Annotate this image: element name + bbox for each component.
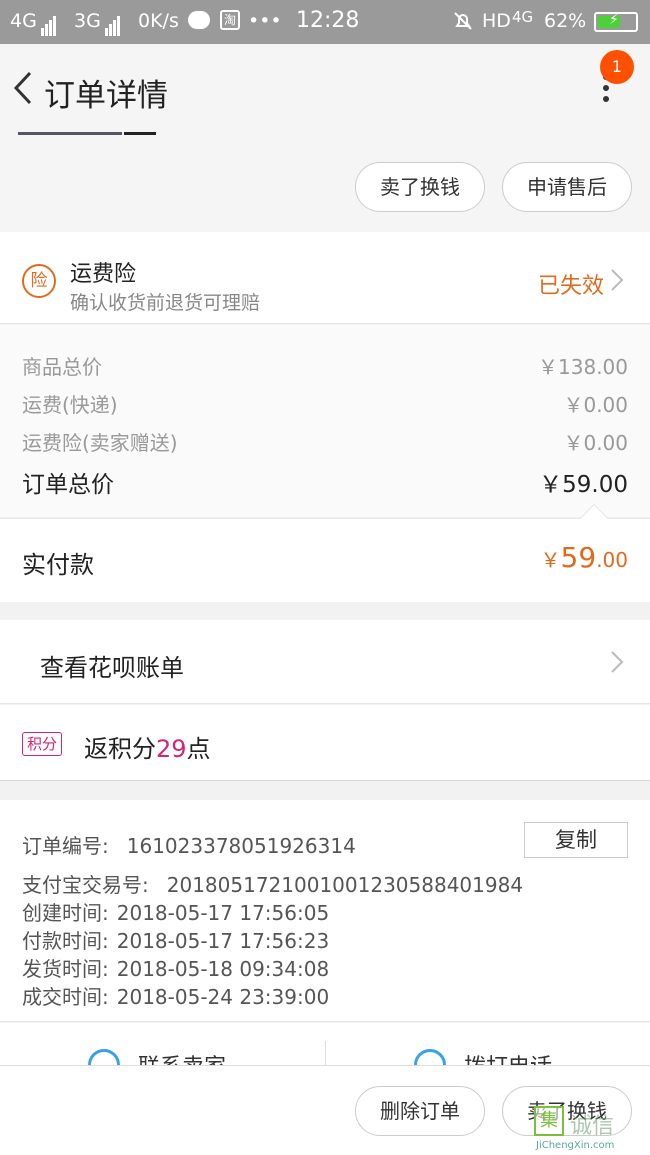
after-sale-button[interactable]: 申请售后	[502, 162, 632, 212]
paid-label: 实付款	[22, 551, 94, 579]
network-label-2: 3G	[74, 10, 101, 32]
network-label-3: 4G	[512, 8, 534, 26]
info-label: 支付宝交易号:	[22, 873, 149, 897]
price-breakdown: 商品总价 ￥138.00 运费(快递) ￥0.00 运费险(卖家赠送) ￥0.00 订…	[0, 325, 650, 517]
info-label: 订单编号:	[22, 834, 109, 858]
page-title: 订单详情	[44, 78, 168, 114]
contact-row: 联系卖家 拨打电话	[0, 1023, 650, 1065]
order-total-label: 订单总价	[22, 472, 114, 498]
notification-badge: 1	[600, 50, 634, 84]
order-info: 订单编号: 161023378051926314 复制 支付宝交易号: 201805…	[0, 800, 650, 1022]
mute-icon	[452, 10, 474, 37]
watermark-name: 诚信	[570, 1114, 615, 1139]
price-label: 运费(快递)	[22, 393, 118, 417]
back-arrow-icon[interactable]	[12, 70, 34, 106]
signal-icon	[38, 14, 57, 36]
info-value: 2018-05-24 23:39:00	[116, 985, 330, 1009]
watermark-url: JiChengXin.com	[536, 1140, 615, 1151]
watermark: 集 诚信 JiChengXin.com	[534, 1106, 650, 1155]
points-row: 积分 返积分29点	[0, 705, 650, 781]
points-text: 返积分29点	[84, 729, 211, 764]
taobao-icon: 淘	[220, 10, 240, 30]
info-row-shipped: 发货时间: 2018-05-18 09:34:08	[22, 953, 329, 982]
signal-icon-2	[102, 14, 121, 36]
order-total-value: ￥59.00	[539, 472, 628, 498]
info-value: 161023378051926314	[126, 834, 356, 858]
info-label: 付款时间:	[22, 929, 109, 953]
price-label: 商品总价	[22, 355, 102, 379]
info-value: 2018-05-17 17:56:05	[116, 901, 330, 925]
insurance-title: 运费险	[70, 262, 137, 287]
price-value: ￥138.00	[538, 355, 628, 379]
shipping-insurance-row[interactable]: 险 运费险 确认收货前退货可理赔 已失效	[0, 232, 650, 324]
more-notifications-icon: •••	[248, 10, 282, 32]
info-row-created: 创建时间: 2018-05-17 17:56:05	[22, 897, 329, 926]
points-suffix: 点	[186, 735, 211, 763]
info-label: 创建时间:	[22, 901, 109, 925]
paid-integer: 59	[560, 541, 597, 574]
info-row-completed: 成交时间: 2018-05-24 23:39:00	[22, 981, 329, 1010]
sell-button[interactable]: 卖了换钱	[355, 162, 485, 212]
product-image-edge	[18, 132, 122, 135]
price-value: ￥0.00	[563, 431, 628, 455]
status-bar: 4G 3G 0K/s 淘 ••• 12:28 HD 4G 62% ⚡	[0, 0, 650, 44]
clock: 12:28	[296, 8, 360, 33]
insurance-subtitle: 确认收货前退货可理赔	[70, 292, 261, 314]
info-label: 发货时间:	[22, 957, 109, 981]
info-value: 2018-05-18 09:34:08	[116, 957, 330, 981]
call-button[interactable]: 拨打电话	[464, 1049, 552, 1065]
huabei-bill-row[interactable]: 查看花呗账单	[0, 620, 650, 704]
chat-icon	[188, 11, 210, 29]
info-value: 2018051721001001230588401984	[166, 873, 524, 897]
info-row-order-number: 订单编号: 161023378051926314	[22, 830, 356, 859]
chat-seller-icon	[88, 1049, 120, 1065]
insurance-status: 已失效	[537, 274, 604, 299]
chevron-right-icon	[611, 651, 624, 673]
paid-decimal: .00	[596, 548, 628, 572]
product-image-edge-2	[124, 132, 156, 135]
top-actions: 卖了换钱 申请售后	[0, 132, 650, 232]
huabei-label: 查看花呗账单	[40, 654, 184, 682]
paid-amount: ￥59.00	[541, 541, 628, 574]
hd-label: HD	[482, 10, 511, 32]
info-value: 2018-05-17 17:56:23	[116, 929, 330, 953]
points-tag: 积分	[22, 732, 63, 756]
points-number: 29	[156, 735, 187, 763]
watermark-logo: 集	[534, 1106, 564, 1136]
points-prefix: 返积分	[84, 735, 156, 763]
chevron-right-icon	[611, 269, 624, 291]
contact-seller-button[interactable]: 联系卖家	[138, 1049, 226, 1065]
network-label: 4G	[10, 10, 37, 32]
info-row-paid: 付款时间: 2018-05-17 17:56:23	[22, 925, 329, 954]
battery-percent: 62%	[544, 10, 587, 32]
paid-currency: ￥	[540, 548, 561, 572]
info-label: 成交时间:	[22, 985, 109, 1009]
phone-icon	[414, 1049, 446, 1065]
price-label: 运费险(卖家赠送)	[22, 431, 178, 455]
info-row-alipay-number: 支付宝交易号: 2018051721001001230588401984	[22, 869, 523, 898]
battery-icon: ⚡	[594, 12, 638, 32]
nav-bar: 订单详情 1	[0, 44, 650, 132]
actual-paid-row: 实付款 ￥59.00	[0, 503, 650, 602]
net-speed: 0K/s	[138, 10, 179, 32]
divider	[325, 1041, 326, 1065]
copy-button[interactable]: 复制	[524, 822, 628, 858]
delete-order-button[interactable]: 删除订单	[355, 1086, 485, 1136]
insurance-icon: 险	[22, 264, 56, 298]
price-value: ￥0.00	[563, 393, 628, 417]
